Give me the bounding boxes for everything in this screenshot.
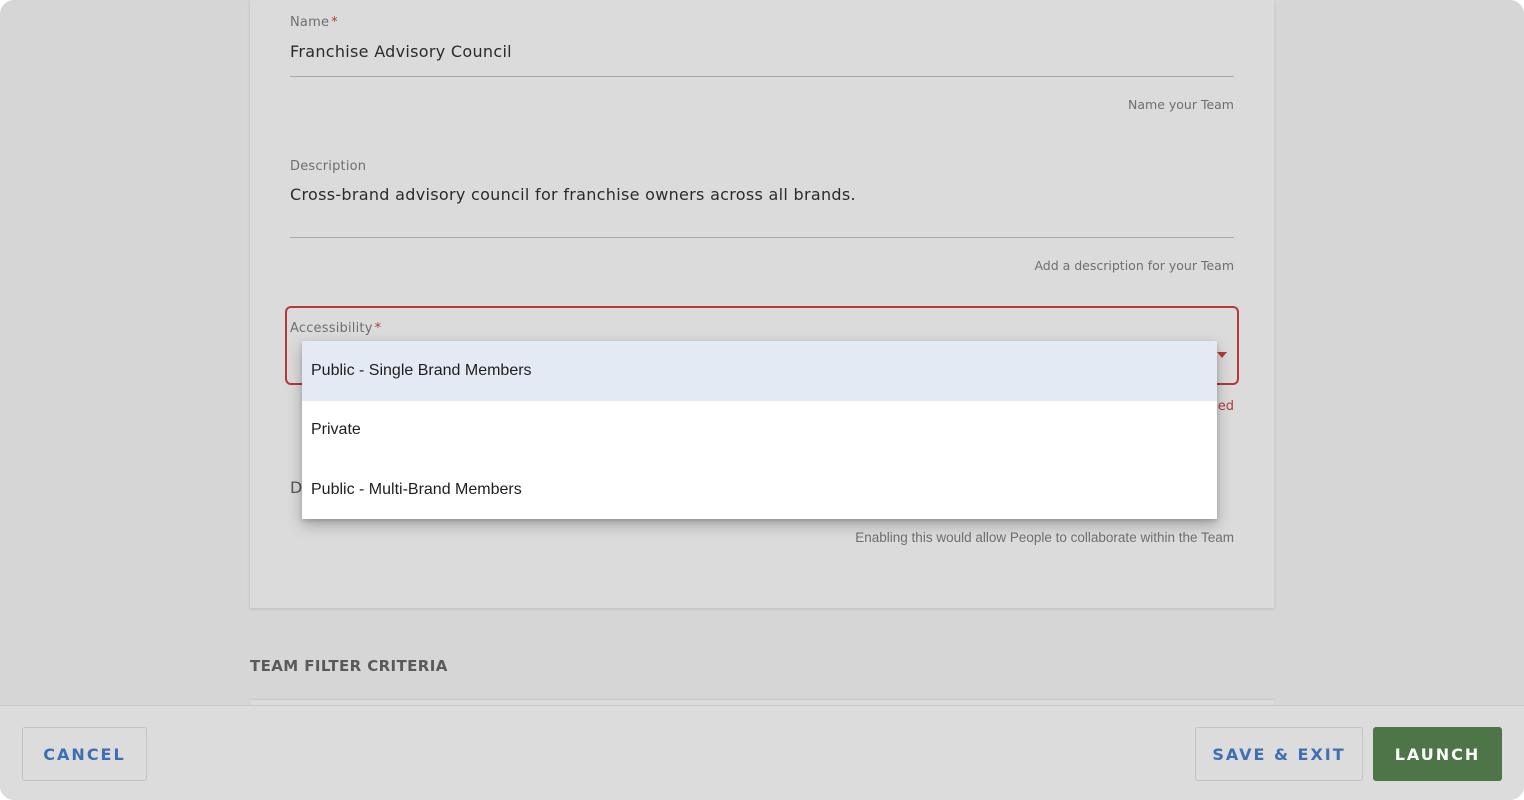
accessibility-error-text: ed [1217,399,1234,414]
collaboration-label: D [290,478,303,497]
launch-button[interactable]: LAUNCH [1373,727,1502,781]
chevron-down-icon[interactable] [1217,352,1227,358]
option-public-single-brand[interactable]: Public - Single Brand Members [302,341,1217,401]
name-label: Name * [290,15,338,30]
description-underline [290,237,1234,238]
save-and-exit-button[interactable]: SAVE & EXIT [1195,727,1363,781]
accessibility-label: Accessibility * [290,321,381,336]
accessibility-label-text: Accessibility [290,321,373,336]
name-helper-text: Name your Team [1128,97,1234,112]
description-input[interactable]: Cross-brand advisory council for franchi… [290,185,856,204]
option-private[interactable]: Private [302,401,1217,461]
name-underline [290,76,1234,77]
name-required-mark: * [331,15,338,30]
collaboration-helper-text: Enabling this would allow People to coll… [855,530,1234,545]
team-filter-criteria-heading: TEAM FILTER CRITERIA [250,657,448,675]
name-label-text: Name [290,15,330,30]
accessibility-dropdown-menu: Public - Single Brand Members Private Pu… [302,341,1217,519]
footer-action-bar: CANCEL SAVE & EXIT LAUNCH [0,705,1524,800]
name-input[interactable]: Franchise Advisory Council [290,42,512,61]
description-label: Description [290,159,367,174]
cancel-button[interactable]: CANCEL [22,727,147,781]
option-public-multi-brand[interactable]: Public - Multi-Brand Members [302,460,1217,520]
description-helper-text: Add a description for your Team [1034,258,1234,273]
app-window: Name * Franchise Advisory Council Name yo… [0,0,1524,800]
accessibility-required-mark: * [374,321,382,336]
